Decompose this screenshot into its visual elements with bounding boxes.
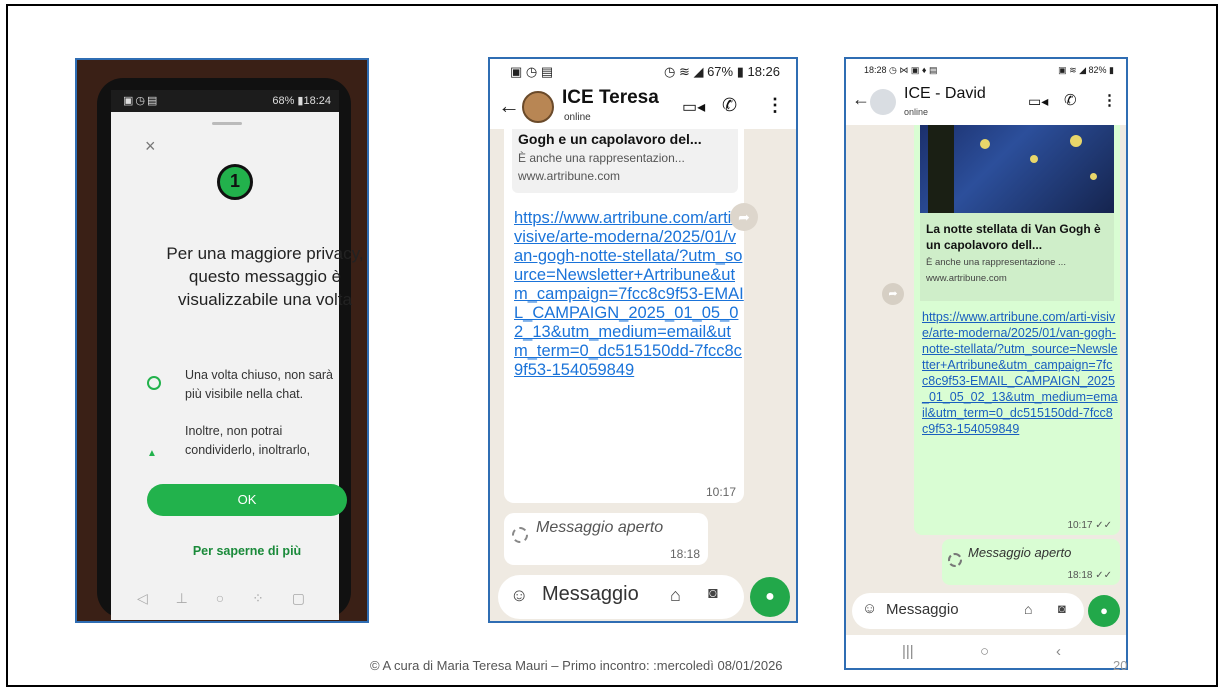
- notice-title: Per una maggiore privacy, questo messagg…: [166, 244, 364, 309]
- view-once-icon: 1: [217, 164, 253, 200]
- status-left: 18:28 ◷ ⋈ ▣ ♦ ▤: [864, 65, 938, 75]
- notice-bullet-2: Inoltre, non potrai condividerlo, inoltr…: [185, 424, 311, 457]
- preview-site: www.artribune.com: [518, 169, 621, 183]
- opened-label: Messaggio aperto: [536, 519, 664, 536]
- opened-label: Messaggio aperto: [968, 545, 1072, 560]
- phone-call-icon[interactable]: ✆: [1064, 91, 1077, 109]
- opened-time: 18:18 ✓✓: [1067, 570, 1112, 581]
- preview-site: www.artribune.com: [926, 273, 1007, 284]
- message-link[interactable]: https://www.artribune.com/arti-visive/ar…: [514, 209, 744, 380]
- chat-header: ← ICE Teresa online ▭◂ ✆ ⋮: [490, 85, 796, 129]
- message-input[interactable]: ☺ Messaggio ⌂ ◙: [498, 575, 744, 619]
- phone3-chat: 18:28 ◷ ⋈ ▣ ♦ ▤ ▣ ≋ ◢ 82% ▮ ← ICE - Davi…: [844, 57, 1128, 670]
- contact-status: online: [564, 112, 591, 123]
- message-time: 10:17: [705, 485, 736, 499]
- preview-description: È anche una rappresentazion...: [518, 151, 685, 165]
- status-right: ◷ ≋ ◢ 67% ▮ 18:26: [664, 64, 780, 79]
- microphone-icon[interactable]: ●: [1088, 595, 1120, 627]
- close-icon[interactable]: ×: [145, 136, 156, 157]
- contact-status: online: [904, 107, 929, 117]
- microphone-icon[interactable]: ●: [750, 577, 790, 617]
- page-number: 20: [1113, 658, 1128, 673]
- attach-icon[interactable]: ⌂: [670, 585, 681, 606]
- status-right: ▣ ≋ ◢ 82% ▮: [1058, 65, 1114, 75]
- status-time: 68% ▮18:24: [272, 95, 331, 107]
- forward-icon[interactable]: ➦: [730, 203, 758, 231]
- ok-button[interactable]: OK: [147, 484, 347, 516]
- avatar[interactable]: [870, 89, 896, 115]
- android-nav-bar: ||| ○ ‹: [846, 635, 1126, 668]
- slide-footer: © A cura di Maria Teresa Mauri – Primo i…: [370, 658, 783, 673]
- forward-bullet-icon: ▲: [147, 448, 157, 459]
- contact-name[interactable]: ICE - David: [904, 85, 986, 103]
- message-placeholder[interactable]: Messaggio: [886, 601, 959, 618]
- message-time: 10:17 ✓✓: [1067, 520, 1112, 531]
- back-arrow-icon[interactable]: ←: [498, 93, 520, 119]
- emoji-icon[interactable]: ☺: [510, 585, 528, 606]
- status-icons: ▣◷▤: [123, 95, 160, 107]
- phone2-chat: ▣ ◷ ▤ ◷ ≋ ◢ 67% ▮ 18:26 ← ICE Teresa onl…: [488, 57, 798, 623]
- cypress-shape: [928, 125, 954, 213]
- opened-message-bubble: Messaggio aperto 18:18: [504, 513, 708, 565]
- message-placeholder[interactable]: Messaggio: [542, 583, 639, 606]
- opened-time: 18:18: [669, 547, 700, 561]
- video-call-icon[interactable]: ▭◂: [1028, 93, 1048, 110]
- back-arrow-icon[interactable]: ←: [852, 89, 870, 110]
- video-call-icon[interactable]: ▭◂: [682, 97, 705, 117]
- phone1-status-bar: ▣◷▤ 68% ▮18:24: [111, 90, 339, 112]
- star-icon: [1030, 155, 1038, 163]
- opened-message-bubble: Messaggio aperto 18:18 ✓✓: [942, 539, 1120, 585]
- attach-icon[interactable]: ⌂: [1024, 601, 1032, 617]
- status-left-icons: ▣ ◷ ▤: [510, 64, 554, 79]
- sheet-handle[interactable]: [212, 122, 242, 125]
- more-options-icon[interactable]: ⋮: [1102, 91, 1117, 109]
- phone1-photo: ▣◷▤ 68% ▮18:24 × 1 Per una maggiore priv…: [75, 58, 369, 623]
- link-preview[interactable]: La notte stellata di Van Gogh è un capol…: [920, 213, 1114, 301]
- status-bar: ▣ ◷ ▤ ◷ ≋ ◢ 67% ▮ 18:26: [490, 59, 796, 85]
- android-nav-bar: ◁ ⊥ ○ ⁘ ▢: [137, 590, 317, 606]
- link-preview[interactable]: Gogh e un capolavoro del... È anche una …: [512, 129, 738, 193]
- back-nav-icon[interactable]: ‹: [1056, 643, 1061, 660]
- link-message-bubble[interactable]: La notte stellata di Van Gogh è un capol…: [914, 125, 1120, 535]
- phone-call-icon[interactable]: ✆: [722, 95, 737, 116]
- notice-bullet-1: Una volta chiuso, non sarà più visibile …: [185, 368, 334, 401]
- camera-icon[interactable]: ◙: [708, 585, 718, 603]
- emoji-icon[interactable]: ☺: [862, 600, 877, 617]
- camera-icon[interactable]: ◙: [1058, 601, 1066, 616]
- more-options-icon[interactable]: ⋮: [766, 95, 784, 116]
- avatar[interactable]: [522, 91, 554, 123]
- star-icon: [1070, 135, 1082, 147]
- view-once-bullet-icon: [147, 376, 161, 390]
- message-input[interactable]: ☺ Messaggio ⌂ ◙: [852, 593, 1084, 629]
- contact-name[interactable]: ICE Teresa: [562, 87, 659, 109]
- learn-more-link[interactable]: Per saperne di più: [147, 544, 347, 558]
- preview-description: È anche una rappresentazione ...: [926, 257, 1066, 268]
- home-icon[interactable]: ○: [980, 643, 989, 660]
- star-icon: [980, 139, 990, 149]
- view-once-opened-icon: [948, 553, 962, 567]
- recent-apps-icon[interactable]: |||: [902, 643, 914, 660]
- preview-title: Gogh e un capolavoro del...: [518, 131, 702, 147]
- preview-title: La notte stellata di Van Gogh è un capol…: [926, 222, 1101, 252]
- star-icon: [1090, 173, 1097, 180]
- starry-night-thumbnail[interactable]: [920, 125, 1114, 213]
- message-link[interactable]: https://www.artribune.com/arti-visive/ar…: [922, 309, 1118, 437]
- forward-icon[interactable]: ➦: [882, 283, 904, 305]
- view-once-opened-icon: [512, 527, 528, 543]
- status-bar: 18:28 ◷ ⋈ ▣ ♦ ▤ ▣ ≋ ◢ 82% ▮: [846, 59, 1126, 81]
- chat-header: ← ICE - David online ▭◂ ✆ ⋮: [846, 81, 1126, 125]
- link-message-bubble[interactable]: Gogh e un capolavoro del... È anche una …: [504, 129, 744, 503]
